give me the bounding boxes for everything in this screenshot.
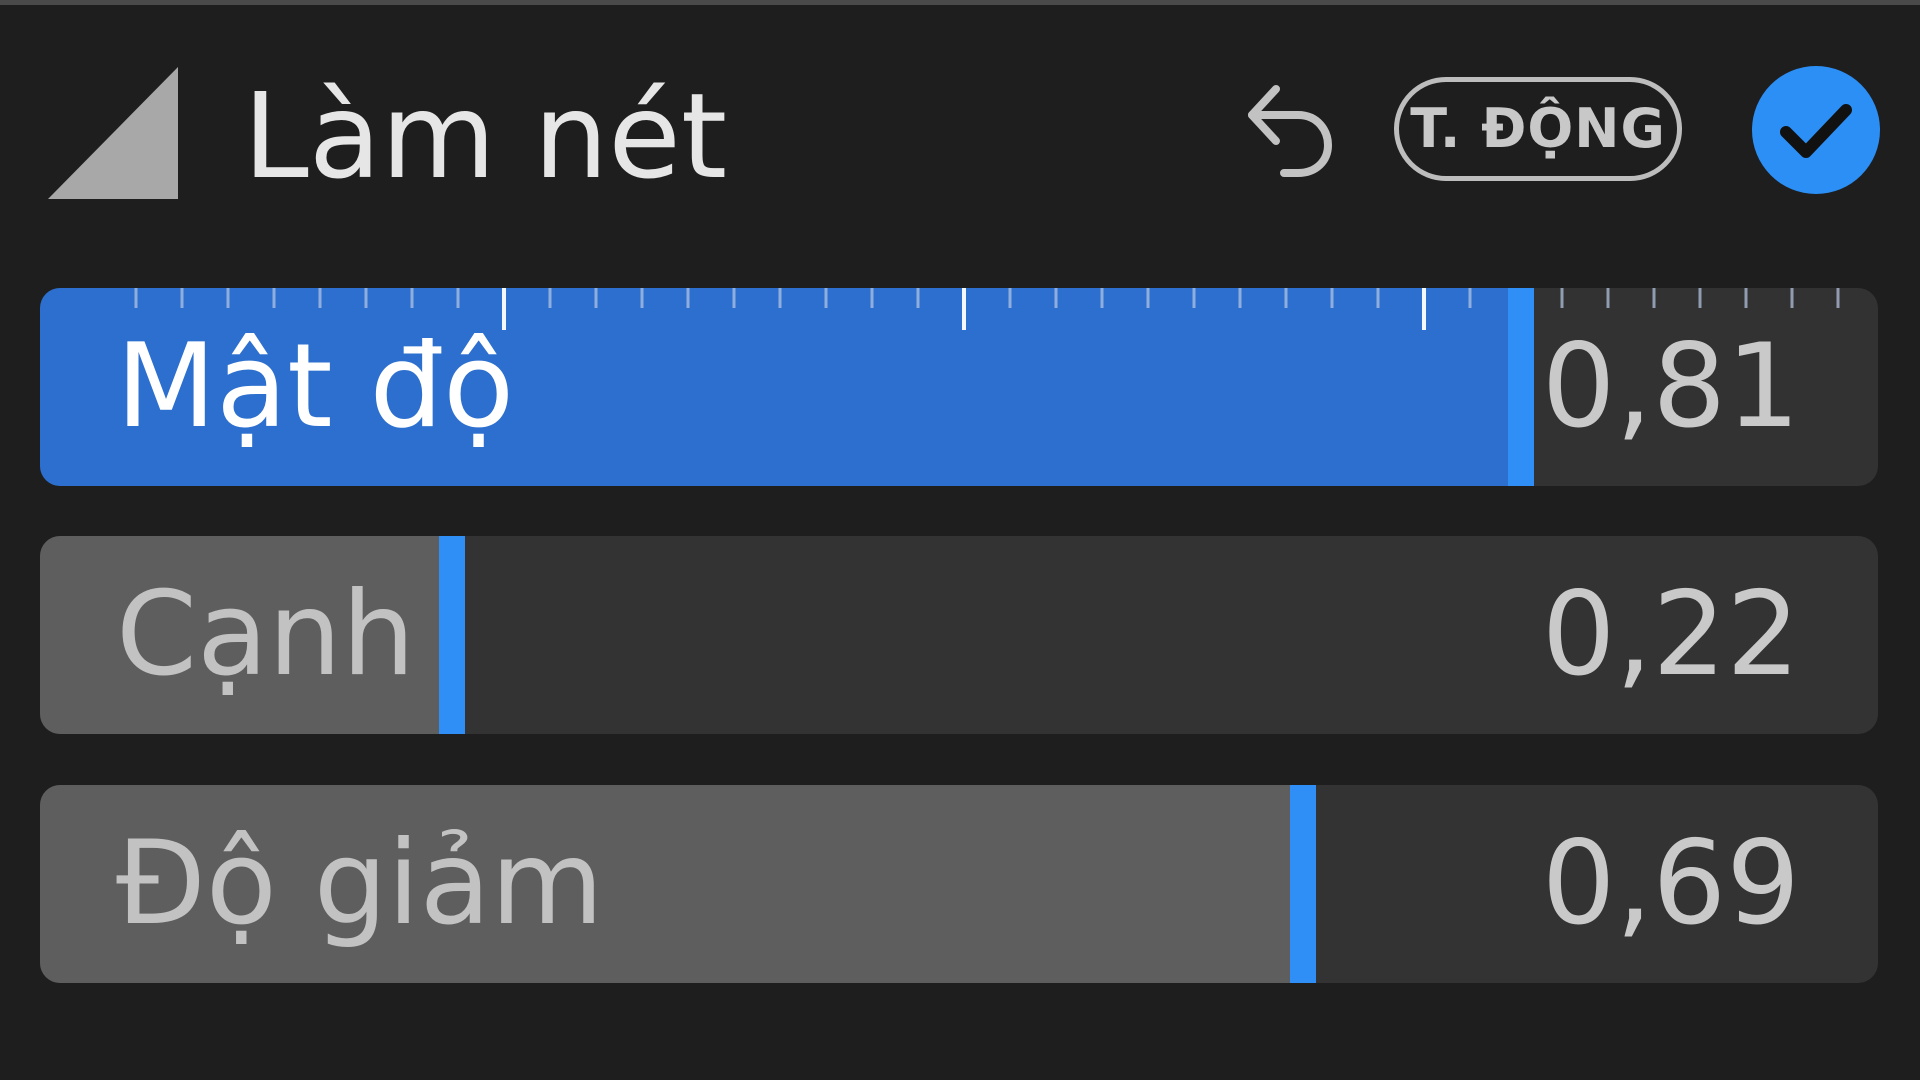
slider-density[interactable]: Mật độ 0,81	[40, 288, 1878, 486]
enable-checkbox[interactable]	[1752, 66, 1880, 194]
disclosure-triangle-icon[interactable]	[48, 67, 178, 199]
auto-button[interactable]: T. ĐỘNG	[1394, 77, 1682, 181]
panel-title: Làm nét	[243, 67, 728, 205]
checkmark-icon	[1780, 104, 1852, 158]
slider-thumb[interactable]	[1508, 288, 1534, 486]
slider-label: Cạnh	[116, 567, 416, 702]
slider-label: Độ giảm	[116, 816, 604, 951]
slider-edges[interactable]: Cạnh 0,22	[40, 536, 1878, 734]
sharpen-panel-header: Làm nét T. ĐỘNG	[0, 5, 1920, 250]
reset-button[interactable]	[1242, 73, 1336, 181]
slider-value[interactable]: 0,69	[1542, 785, 1800, 983]
slider-label: Mật độ	[116, 319, 515, 454]
undo-arrow-icon	[1248, 85, 1332, 177]
slider-thumb[interactable]	[439, 536, 465, 734]
slider-value[interactable]: 0,81	[1542, 288, 1800, 486]
slider-value[interactable]: 0,22	[1542, 536, 1800, 734]
slider-falloff[interactable]: Độ giảm 0,69	[40, 785, 1878, 983]
slider-thumb[interactable]	[1290, 785, 1316, 983]
